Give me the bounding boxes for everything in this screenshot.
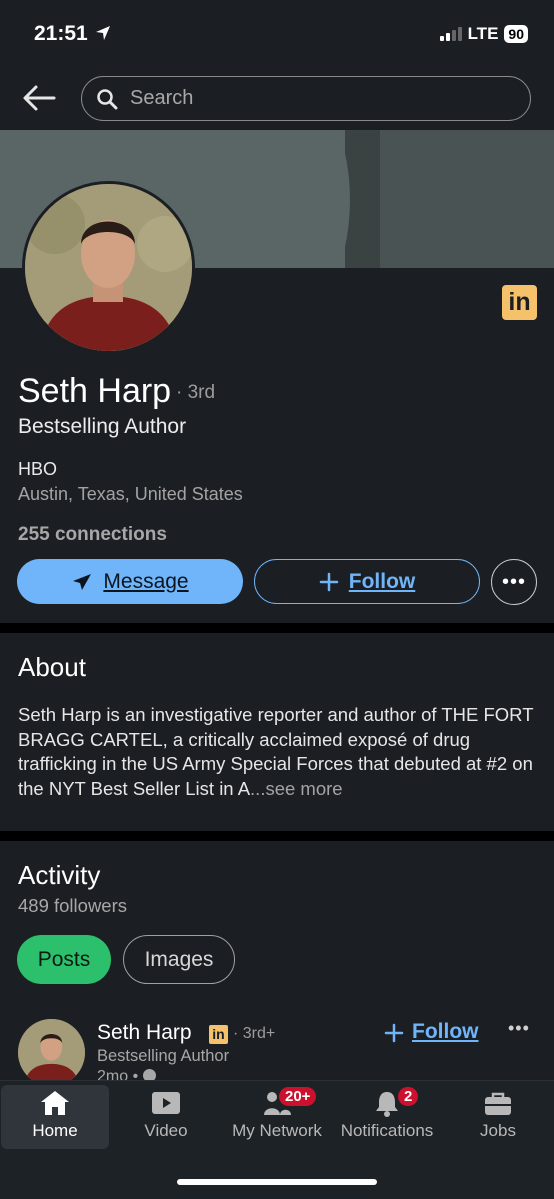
signal-icon [439,27,462,41]
post-more-button[interactable]: ••• [508,1018,530,1039]
follow-label: Follow [348,569,416,593]
avatar-photo [25,184,192,351]
post-author-name[interactable]: Seth Harp [97,1021,192,1045]
back-button[interactable] [22,84,56,117]
post-author-headline: Bestselling Author [97,1047,230,1065]
linkedin-premium-icon: in [502,285,537,320]
status-time: 21:51 [34,22,112,46]
about-text: Seth Harp is an investigative reporter a… [18,703,540,801]
tab-posts[interactable]: Posts [17,935,111,984]
nav-video[interactable]: Video [112,1089,220,1149]
about-title: About [18,652,86,682]
message-label: Message [103,569,189,593]
post-follow-button[interactable]: Follow [384,1020,479,1044]
location-arrow-icon [95,26,110,40]
video-icon [152,1092,180,1114]
profile-avatar[interactable] [22,181,195,354]
more-options-button[interactable]: ••• [491,559,537,605]
section-divider [0,831,554,841]
network-label: LTE [467,24,499,43]
post-author-avatar[interactable] [18,1019,85,1086]
follow-button[interactable]: Follow [254,559,480,604]
tab-images[interactable]: Images [123,935,235,984]
nav-jobs[interactable]: Jobs [444,1089,552,1149]
premium-badge-icon: in [209,1025,228,1044]
home-icon [41,1091,69,1115]
connections-count[interactable]: 255 connections [18,524,167,546]
back-arrow-icon [23,85,56,111]
battery-icon: 90 [504,25,528,43]
send-icon [73,573,92,590]
search-input[interactable]: Search [81,76,531,121]
status-indicators: LTE 90 [439,24,528,44]
nav-home-label: Home [32,1121,78,1140]
network-badge: 20+ [279,1087,317,1106]
nav-jobs-label: Jobs [480,1121,516,1140]
post-avatar-photo [18,1019,85,1086]
nav-my-network-label: My Network [232,1121,322,1140]
profile-location: Austin, Texas, United States [18,484,243,504]
followers-count: 489 followers [18,895,128,916]
nav-notifications[interactable]: Notifications [333,1089,441,1149]
plus-icon [384,1023,404,1043]
profile-company[interactable]: HBO [18,459,57,480]
search-placeholder: Search [130,87,194,109]
nav-video-label: Video [144,1121,188,1140]
nav-home[interactable]: Home [1,1085,109,1149]
see-more-link[interactable]: ...see more [250,778,343,799]
profile-name: Seth Harp [18,372,172,410]
profile-headline: Bestselling Author [18,415,187,438]
activity-title: Activity [18,860,101,890]
message-button[interactable]: Message [17,559,243,604]
more-dots-icon: ••• [501,570,526,593]
briefcase-icon [485,1092,511,1115]
post-author-degree: · 3rd+ [233,1025,276,1042]
notifications-badge: 2 [398,1087,419,1106]
home-indicator[interactable] [177,1179,377,1185]
nav-notifications-label: Notifications [340,1121,434,1140]
search-icon [97,88,118,109]
connection-degree: · 3rd [176,382,216,403]
post-follow-label: Follow [412,1020,479,1043]
plus-icon [319,572,338,591]
section-divider [0,623,554,633]
